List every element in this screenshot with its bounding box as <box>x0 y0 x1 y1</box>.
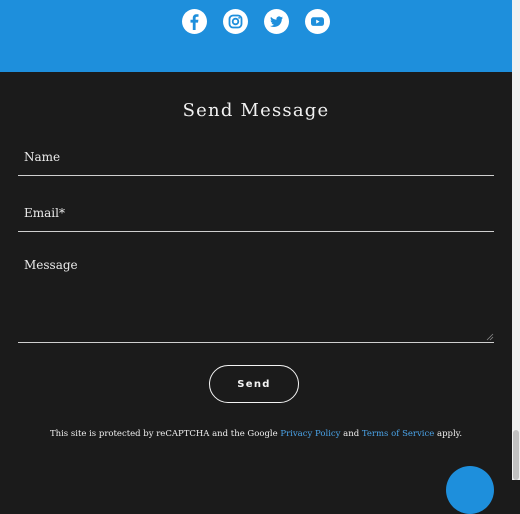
contact-form: Send Message Name Email* Message Send Th… <box>0 72 512 480</box>
terms-of-service-link[interactable]: Terms of Service <box>362 429 434 439</box>
name-label: Name <box>24 150 61 164</box>
email-label: Email* <box>24 206 65 220</box>
message-label: Message <box>24 258 78 272</box>
form-title: Send Message <box>182 100 330 121</box>
instagram-icon[interactable] <box>223 9 248 34</box>
twitter-icon[interactable] <box>264 9 289 34</box>
name-field[interactable]: Name <box>18 146 494 176</box>
social-bar <box>0 0 512 72</box>
resize-handle-icon[interactable] <box>486 333 494 341</box>
facebook-icon[interactable] <box>182 9 207 34</box>
email-field[interactable]: Email* <box>18 202 494 232</box>
scrollbar-thumb[interactable] <box>513 430 519 480</box>
send-button[interactable]: Send <box>209 365 299 403</box>
message-field[interactable]: Message <box>18 258 494 343</box>
recaptcha-middle: and <box>340 429 362 439</box>
youtube-icon[interactable] <box>305 9 330 34</box>
recaptcha-suffix: apply. <box>434 429 463 439</box>
recaptcha-notice: This site is protected by reCAPTCHA and … <box>0 429 512 439</box>
social-icons <box>182 9 330 34</box>
recaptcha-prefix: This site is protected by reCAPTCHA and … <box>49 429 281 439</box>
chat-button[interactable] <box>446 466 494 514</box>
privacy-policy-link[interactable]: Privacy Policy <box>280 429 340 439</box>
scrollbar[interactable] <box>512 0 520 480</box>
